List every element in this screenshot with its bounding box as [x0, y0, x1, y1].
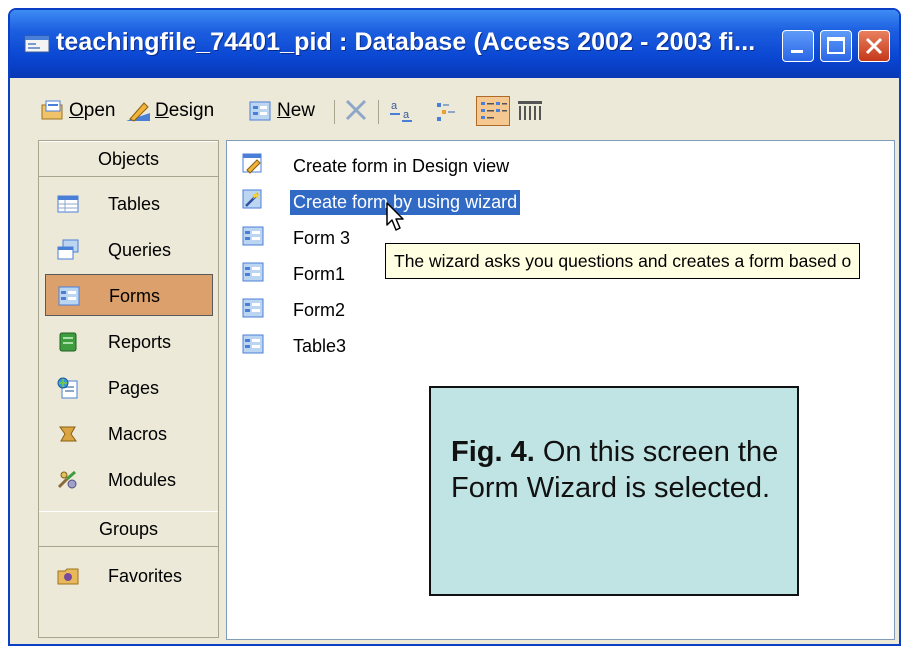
groups-item-favorites[interactable]: Favorites — [45, 555, 213, 597]
objects-bar: Objects Tables Queries Forms Reports Pag… — [38, 140, 219, 638]
objects-item-label: Modules — [108, 470, 177, 490]
figure-caption: Fig. 4. On this screen the Form Wizard i… — [451, 434, 781, 506]
figure-caption-box: Fig. 4. On this screen the Form Wizard i… — [429, 386, 799, 596]
table-icon — [57, 195, 79, 213]
title-bar[interactable]: teachingfile_74401_pid : Database (Acces… — [10, 10, 899, 78]
objects-item-forms[interactable]: Forms — [45, 274, 213, 316]
minimize-button[interactable] — [782, 30, 814, 62]
objects-item-reports[interactable]: Reports — [45, 321, 213, 363]
page-icon — [57, 377, 78, 399]
svg-text:a: a — [403, 109, 410, 121]
maximize-icon — [827, 37, 845, 54]
delete-icon[interactable] — [342, 96, 370, 124]
toolbar-separator — [334, 100, 335, 124]
objects-item-macros[interactable]: Macros — [45, 413, 213, 455]
design-icon — [126, 102, 150, 122]
form-icon — [58, 286, 80, 306]
objects-header[interactable]: Objects — [39, 141, 218, 177]
new-form-icon — [249, 101, 271, 121]
access-database-window: teachingfile_74401_pid : Database (Acces… — [8, 8, 901, 646]
objects-item-pages[interactable]: Pages — [45, 367, 213, 409]
new-label: New — [277, 100, 316, 121]
design-label: Design — [155, 100, 215, 121]
design-button[interactable]: Design — [124, 98, 214, 124]
open-label: Open — [69, 100, 116, 121]
list-item-label: Form1 — [293, 264, 346, 284]
form-icon — [242, 262, 264, 282]
list-item-label: Form2 — [293, 300, 346, 320]
favorites-folder-icon — [57, 568, 79, 585]
objects-item-label: Queries — [108, 240, 172, 260]
objects-item-tables[interactable]: Tables — [45, 183, 213, 225]
close-button[interactable] — [858, 30, 890, 62]
window-title: teachingfile_74401_pid : Database (Acces… — [56, 28, 756, 56]
database-window-icon — [24, 35, 50, 53]
figure-label: Fig. 4. — [451, 436, 535, 468]
objects-item-label: Macros — [108, 424, 168, 444]
objects-item-queries[interactable]: Queries — [45, 229, 213, 271]
groups-item-label: Favorites — [108, 566, 183, 586]
open-icon — [41, 100, 63, 120]
list-item-form2[interactable]: Form2 — [227, 293, 887, 325]
details-view-icon[interactable] — [516, 96, 544, 124]
query-icon — [57, 239, 79, 260]
form-icon — [242, 226, 264, 246]
objects-item-label: Tables — [108, 194, 161, 214]
wizard-icon — [242, 189, 262, 209]
groups-header[interactable]: Groups — [39, 511, 218, 547]
toolbar-separator — [378, 100, 379, 124]
open-button[interactable]: Open — [40, 98, 115, 124]
list-item-label: Create form in Design view — [293, 156, 510, 176]
form-icon — [242, 298, 264, 318]
database-toolbar: Open Design New a a — [10, 78, 899, 140]
list-item-label: Table3 — [293, 336, 347, 356]
objects-item-modules[interactable]: Modules — [45, 459, 213, 501]
wizard-tooltip: The wizard asks you questions and create… — [385, 243, 861, 279]
list-item-create-wizard[interactable]: Create form by using wizard — [227, 185, 887, 217]
list-view-icon[interactable] — [476, 96, 510, 126]
small-icons-view-icon[interactable] — [434, 96, 464, 124]
form-icon — [242, 334, 264, 354]
module-icon — [57, 470, 77, 489]
list-item-label: Form 3 — [293, 228, 351, 248]
design-view-icon — [242, 153, 262, 174]
svg-text:a: a — [391, 100, 398, 112]
objects-item-label: Forms — [109, 286, 160, 306]
minimize-icon — [791, 50, 803, 53]
list-item-table3[interactable]: Table3 — [227, 329, 887, 361]
new-button[interactable]: New — [248, 98, 315, 124]
maximize-button[interactable] — [820, 30, 852, 62]
list-item-create-design-view[interactable]: Create form in Design view — [227, 149, 887, 181]
macro-icon — [59, 426, 77, 442]
objects-item-label: Pages — [108, 378, 160, 398]
close-icon — [865, 37, 883, 55]
mouse-cursor-icon — [386, 202, 404, 231]
large-icons-view-icon[interactable]: a a — [388, 96, 418, 124]
report-icon — [59, 332, 77, 352]
objects-item-label: Reports — [108, 332, 172, 352]
